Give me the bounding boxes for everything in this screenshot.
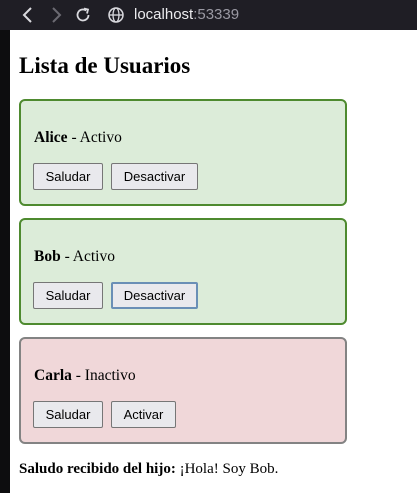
forward-arrow-icon[interactable]: [48, 5, 64, 25]
user-card: Bob - Activo Saludar Desactivar: [19, 218, 347, 325]
greet-button[interactable]: Saludar: [33, 163, 103, 190]
user-name: Bob: [34, 248, 61, 265]
user-card: Alice - Activo Saludar Desactivar: [19, 99, 347, 206]
user-card: Carla - Inactivo Saludar Activar: [19, 337, 347, 444]
window-edge: [0, 30, 10, 493]
address-bar[interactable]: localhost:53339: [134, 5, 239, 25]
browser-toolbar: localhost:53339: [0, 0, 417, 30]
url-port: :53339: [193, 6, 240, 23]
user-name: Alice: [34, 129, 68, 146]
user-line: Carla - Inactivo: [34, 366, 136, 386]
child-message-value: ¡Hola! Soy Bob.: [175, 461, 279, 477]
reload-icon[interactable]: [73, 5, 93, 25]
child-message-label: Saludo recibido del hijo:: [19, 461, 176, 477]
page-title: Lista de Usuarios: [19, 53, 191, 78]
user-status: - Inactivo: [71, 367, 136, 384]
user-line: Alice - Activo: [34, 128, 122, 148]
child-message: Saludo recibido del hijo: ¡Hola! Soy Bob…: [19, 459, 278, 479]
greet-button[interactable]: Saludar: [33, 282, 103, 309]
user-line: Bob - Activo: [34, 247, 115, 267]
user-status: - Activo: [60, 248, 115, 265]
url-host: localhost: [134, 6, 194, 23]
deactivate-button[interactable]: Desactivar: [111, 282, 198, 309]
greet-button[interactable]: Saludar: [33, 401, 103, 428]
activate-button[interactable]: Activar: [111, 401, 176, 428]
user-status: - Activo: [67, 129, 122, 146]
globe-icon: [107, 5, 125, 25]
back-arrow-icon[interactable]: [20, 5, 36, 25]
user-name: Carla: [34, 367, 72, 384]
deactivate-button[interactable]: Desactivar: [111, 163, 198, 190]
